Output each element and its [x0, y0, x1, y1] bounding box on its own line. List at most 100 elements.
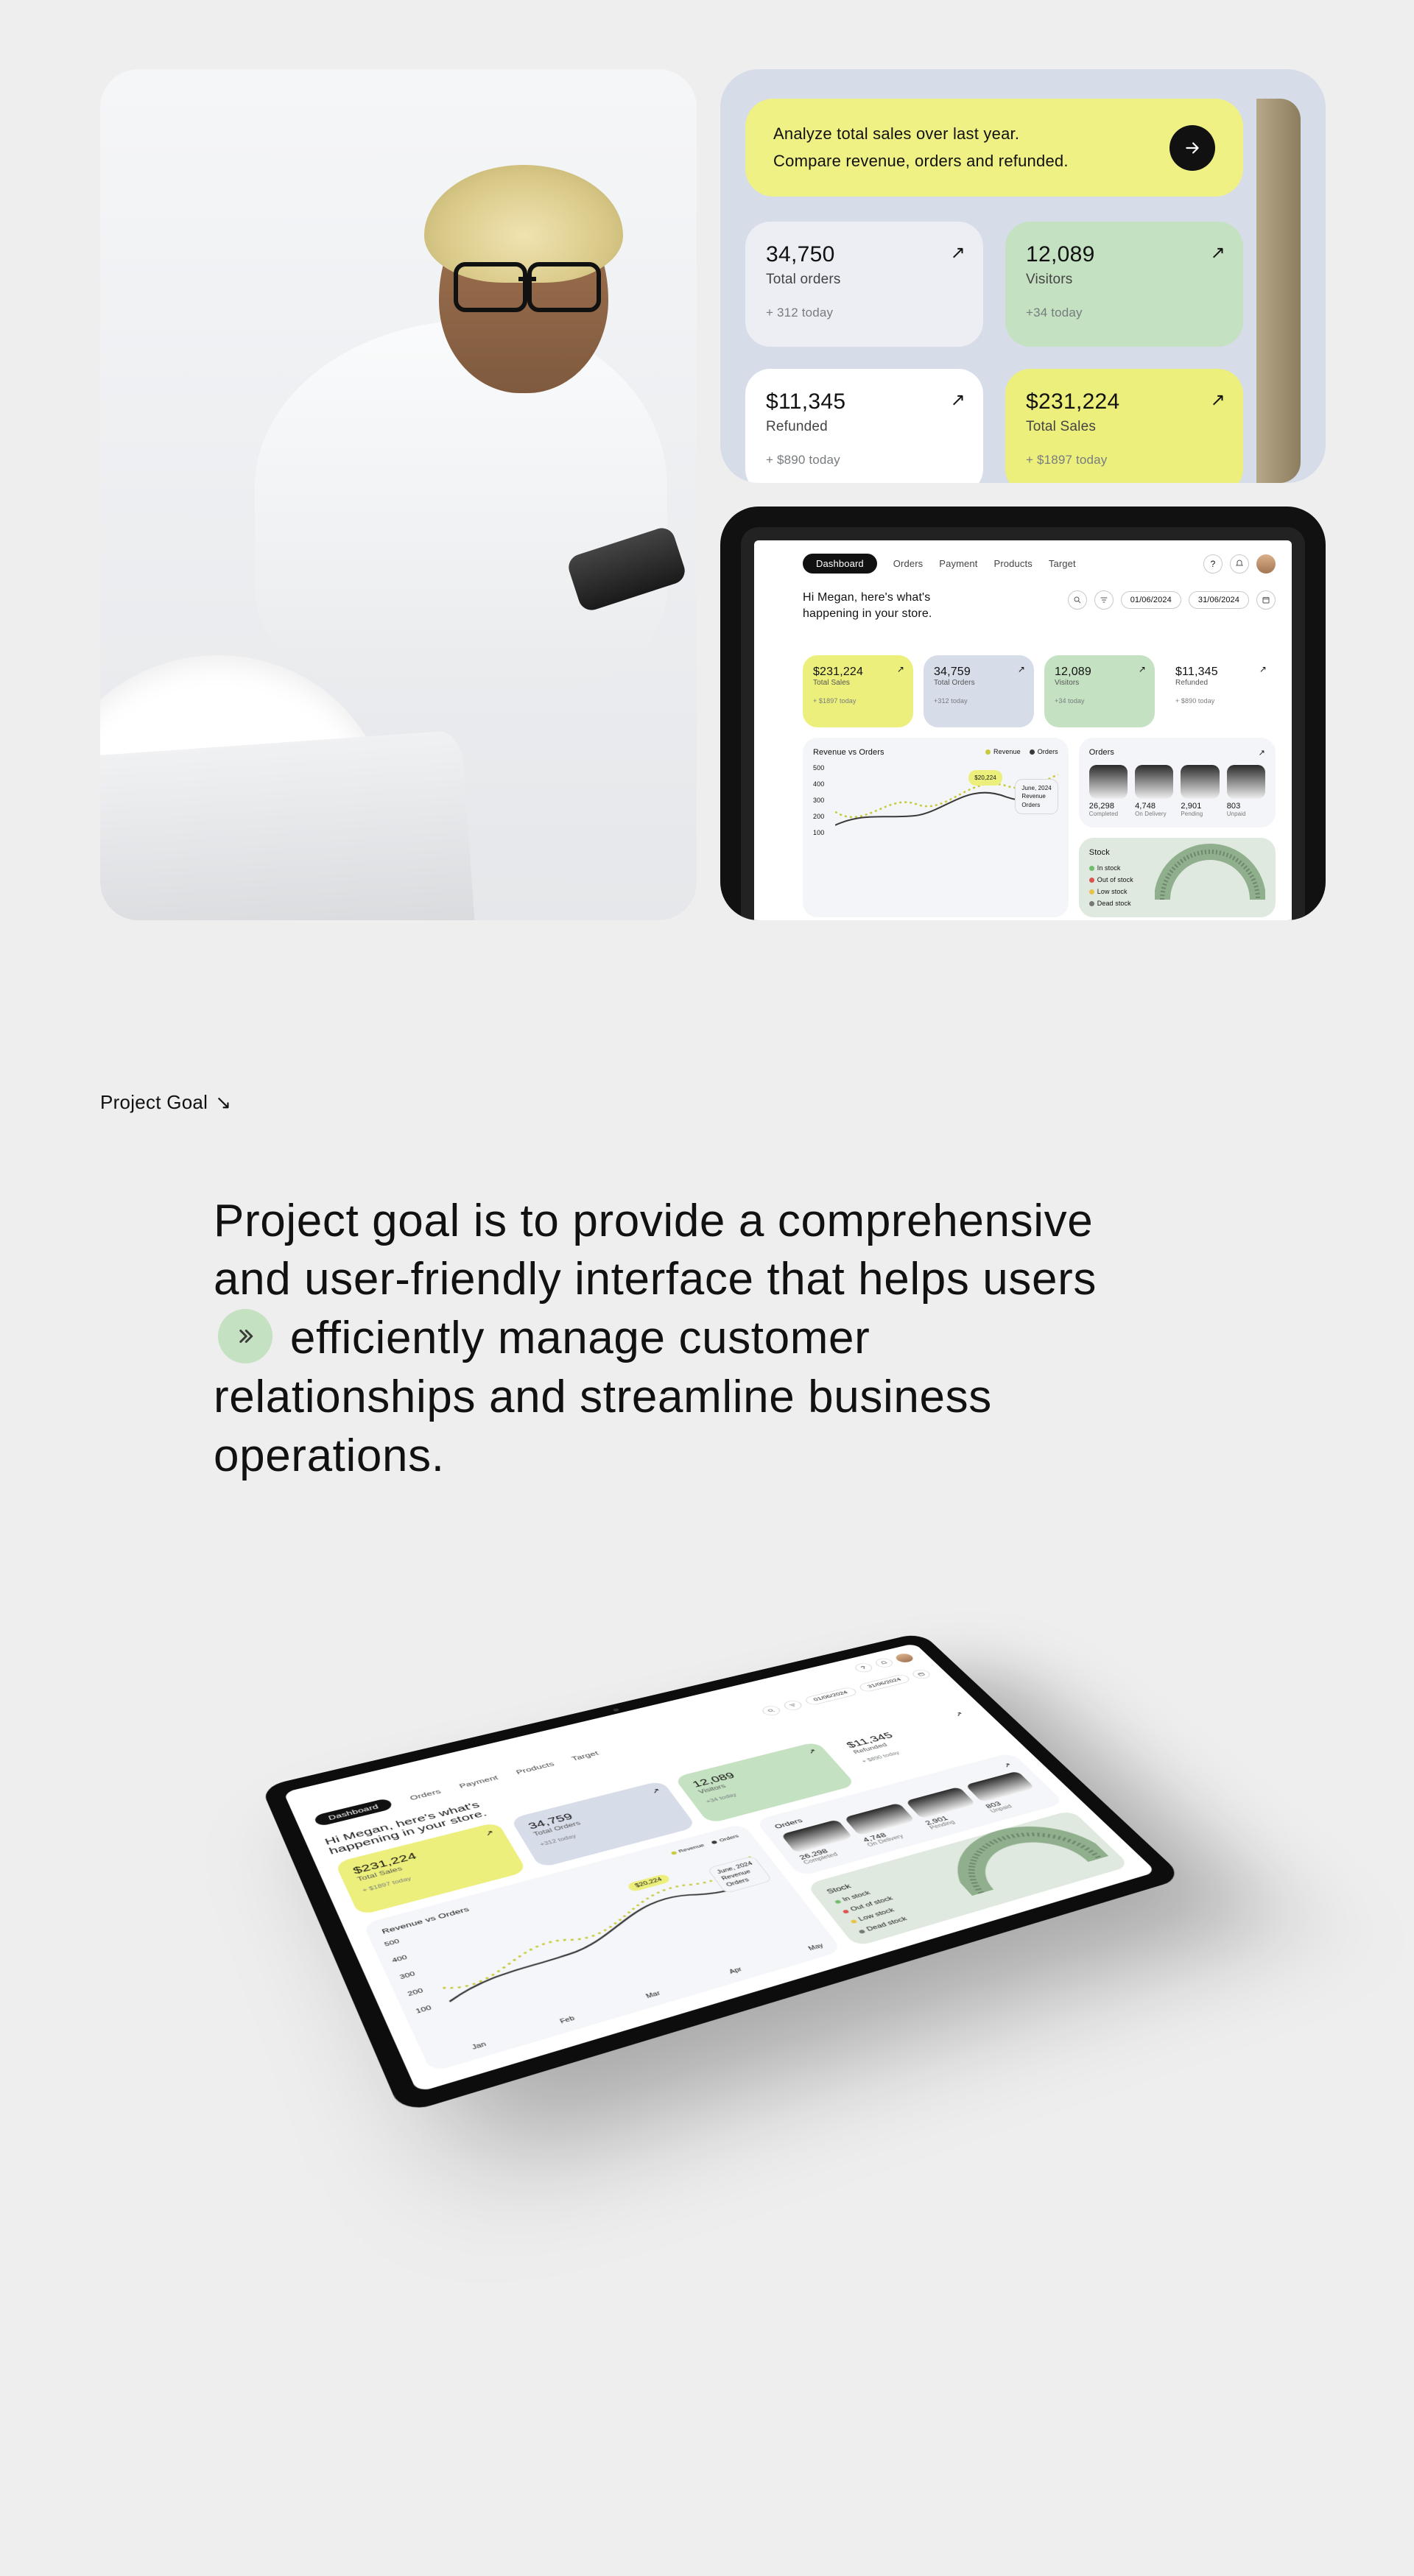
mobile-frame: Analyze total sales over last year. Comp… — [745, 99, 1243, 483]
revenue-vs-orders-panel: Revenue vs Orders Revenue Orders 5004003… — [803, 738, 1069, 917]
date-from[interactable]: 01/06/2024 — [803, 1687, 859, 1706]
stat-label: Visitors — [1055, 679, 1144, 687]
stat-card[interactable]: ↗ 34,750 Total orders + 312 today — [745, 222, 983, 347]
chart-tooltip: $20,224 — [968, 770, 1002, 786]
nav-products[interactable]: Products — [515, 1761, 556, 1776]
help-icon[interactable]: ? — [1203, 554, 1223, 574]
stat-value: $11,345 — [766, 389, 963, 414]
arrow-right-icon[interactable] — [1169, 125, 1215, 171]
help-icon[interactable]: ? — [852, 1662, 875, 1674]
mobile-stats: ↗ 34,750 Total orders + 312 today ↗ 12,0… — [745, 222, 1243, 483]
avatar[interactable] — [1256, 554, 1276, 574]
stat-sub: + $890 today — [766, 453, 963, 467]
arrow-up-right-icon: ↗ — [1211, 389, 1225, 411]
stat-card[interactable]: ↗ 34,759 Total Orders +312 today — [924, 655, 1034, 727]
glasses-icon — [454, 262, 601, 303]
stat-card[interactable]: ↗ $231,224 Total Sales + $1897 today — [1005, 369, 1243, 483]
stat-sub: +34 today — [1026, 306, 1223, 320]
arrow-up-right-icon[interactable]: ↗ — [1001, 1762, 1013, 1769]
filter-icon[interactable] — [781, 1699, 805, 1712]
lifestyle-photo-tile — [100, 69, 697, 920]
arrow-up-right-icon: ↗ — [1018, 664, 1025, 674]
order-stat: 4,748On Delivery — [1135, 765, 1173, 817]
bell-icon[interactable] — [873, 1657, 896, 1669]
order-stat: 2,901Pending — [1181, 765, 1219, 817]
date-to[interactable]: 31/06/2024 — [1189, 591, 1249, 609]
arrow-up-right-icon: ↗ — [1139, 664, 1146, 674]
stat-sub: +312 today — [934, 697, 1024, 705]
nav-target[interactable]: Target — [570, 1750, 599, 1762]
order-stat: 803Unpaid — [1227, 765, 1265, 817]
stat-value: 12,089 — [1026, 242, 1223, 267]
stat-label: Total Orders — [934, 679, 1024, 687]
laptop-mock-tile: Dashboard Orders Payment Products Target… — [720, 507, 1326, 920]
stat-card[interactable]: ↗ $11,345 Refunded + $890 today — [1165, 655, 1276, 727]
date-to[interactable]: 31/06/2024 — [857, 1673, 912, 1693]
device-edge — [1256, 99, 1301, 483]
nav-orders[interactable]: Orders — [893, 558, 924, 569]
arrow-up-right-icon: ↗ — [1259, 664, 1267, 674]
stat-value: 34,750 — [766, 242, 963, 267]
top-nav: Dashboard Orders Payment Products Target… — [803, 554, 1276, 574]
greeting-line1: Hi Megan, here's what's — [803, 591, 930, 604]
stat-sub: +34 today — [1055, 697, 1144, 705]
stat-value: $231,224 — [813, 666, 903, 679]
order-thumb — [1135, 765, 1173, 799]
section-label: Project Goal ↘ — [0, 920, 1414, 1114]
search-icon[interactable] — [759, 1704, 783, 1717]
arrow-up-right-icon[interactable]: ↗ — [1259, 748, 1265, 758]
stat-label: Visitors — [1026, 272, 1223, 288]
stat-sub: + 312 today — [766, 306, 963, 320]
nav-dashboard[interactable]: Dashboard — [313, 1798, 393, 1827]
date-from[interactable]: 01/06/2024 — [1121, 591, 1181, 609]
stat-value: 34,759 — [934, 666, 1024, 679]
laptop-3d-stage: ? Dashboard Orders Payment Products Targ… — [0, 1485, 1414, 2280]
analyze-banner[interactable]: Analyze total sales over last year. Comp… — [745, 99, 1243, 197]
stat-label: Refunded — [766, 419, 963, 435]
order-thumb — [1181, 765, 1219, 799]
nav-orders[interactable]: Orders — [409, 1788, 442, 1802]
stat-sub: + $1897 today — [813, 697, 903, 705]
screen: ? Dashboard Orders Payment Products Targ… — [284, 1643, 1156, 2092]
photo-scene — [100, 69, 697, 920]
webcam-icon — [613, 1708, 619, 1712]
stat-card[interactable]: ↗ 12,089 Visitors +34 today — [1005, 222, 1243, 347]
chevrons-right-icon — [218, 1309, 272, 1363]
order-thumb — [1227, 765, 1265, 799]
dash-stats: ↗ $231,224 Total Sales + $1897 today ↗ 3… — [803, 655, 1276, 727]
project-goal-text: Project goal is to provide a comprehensi… — [0, 1114, 1208, 1485]
orders-panel: Orders↗ 26,298Completed 4,748On Delivery… — [1079, 738, 1276, 828]
bell-icon[interactable] — [1230, 554, 1249, 574]
filter-icon[interactable] — [1094, 590, 1114, 610]
nav-payment[interactable]: Payment — [458, 1774, 500, 1790]
arrow-down-right-icon: ↘ — [215, 1091, 231, 1114]
stat-card[interactable]: ↗ $231,224 Total Sales + $1897 today — [803, 655, 913, 727]
nav-dashboard[interactable]: Dashboard — [803, 554, 877, 574]
stock-panel: Stock In stockOut of stockLow stockDead … — [1079, 838, 1276, 917]
search-icon[interactable] — [1068, 590, 1087, 610]
avatar[interactable] — [893, 1652, 916, 1663]
banner-line1: Analyze total sales over last year. — [773, 124, 1069, 145]
nav-payment[interactable]: Payment — [939, 558, 977, 569]
panel-title: Revenue vs Orders — [813, 748, 884, 757]
stat-card[interactable]: ↗ $11,345 Refunded + $890 today — [745, 369, 983, 483]
calendar-icon[interactable] — [1256, 590, 1276, 610]
laptop-screen: Dashboard Orders Payment Products Target… — [741, 527, 1305, 920]
stat-sub: + $890 today — [1175, 697, 1265, 705]
arrow-up-right-icon: ↗ — [897, 664, 904, 674]
stat-label: Total orders — [766, 272, 963, 288]
stat-label: Total Sales — [813, 679, 903, 687]
stat-card[interactable]: ↗ 12,089 Visitors +34 today — [1044, 655, 1155, 727]
calendar-icon[interactable] — [910, 1668, 932, 1680]
stat-label: Total Sales — [1026, 419, 1223, 435]
nav-target[interactable]: Target — [1049, 558, 1076, 569]
order-thumb — [1089, 765, 1128, 799]
mobile-mock-tile: Analyze total sales over last year. Comp… — [720, 69, 1326, 483]
stat-value: $231,224 — [1026, 389, 1223, 414]
hero-trio: Analyze total sales over last year. Comp… — [0, 0, 1414, 920]
nav-products[interactable]: Products — [994, 558, 1033, 569]
order-stat: 26,298Completed — [1089, 765, 1128, 817]
arrow-up-right-icon: ↗ — [1211, 242, 1225, 264]
arrow-up-right-icon: ↗ — [951, 242, 965, 264]
stat-value: 12,089 — [1055, 666, 1144, 679]
